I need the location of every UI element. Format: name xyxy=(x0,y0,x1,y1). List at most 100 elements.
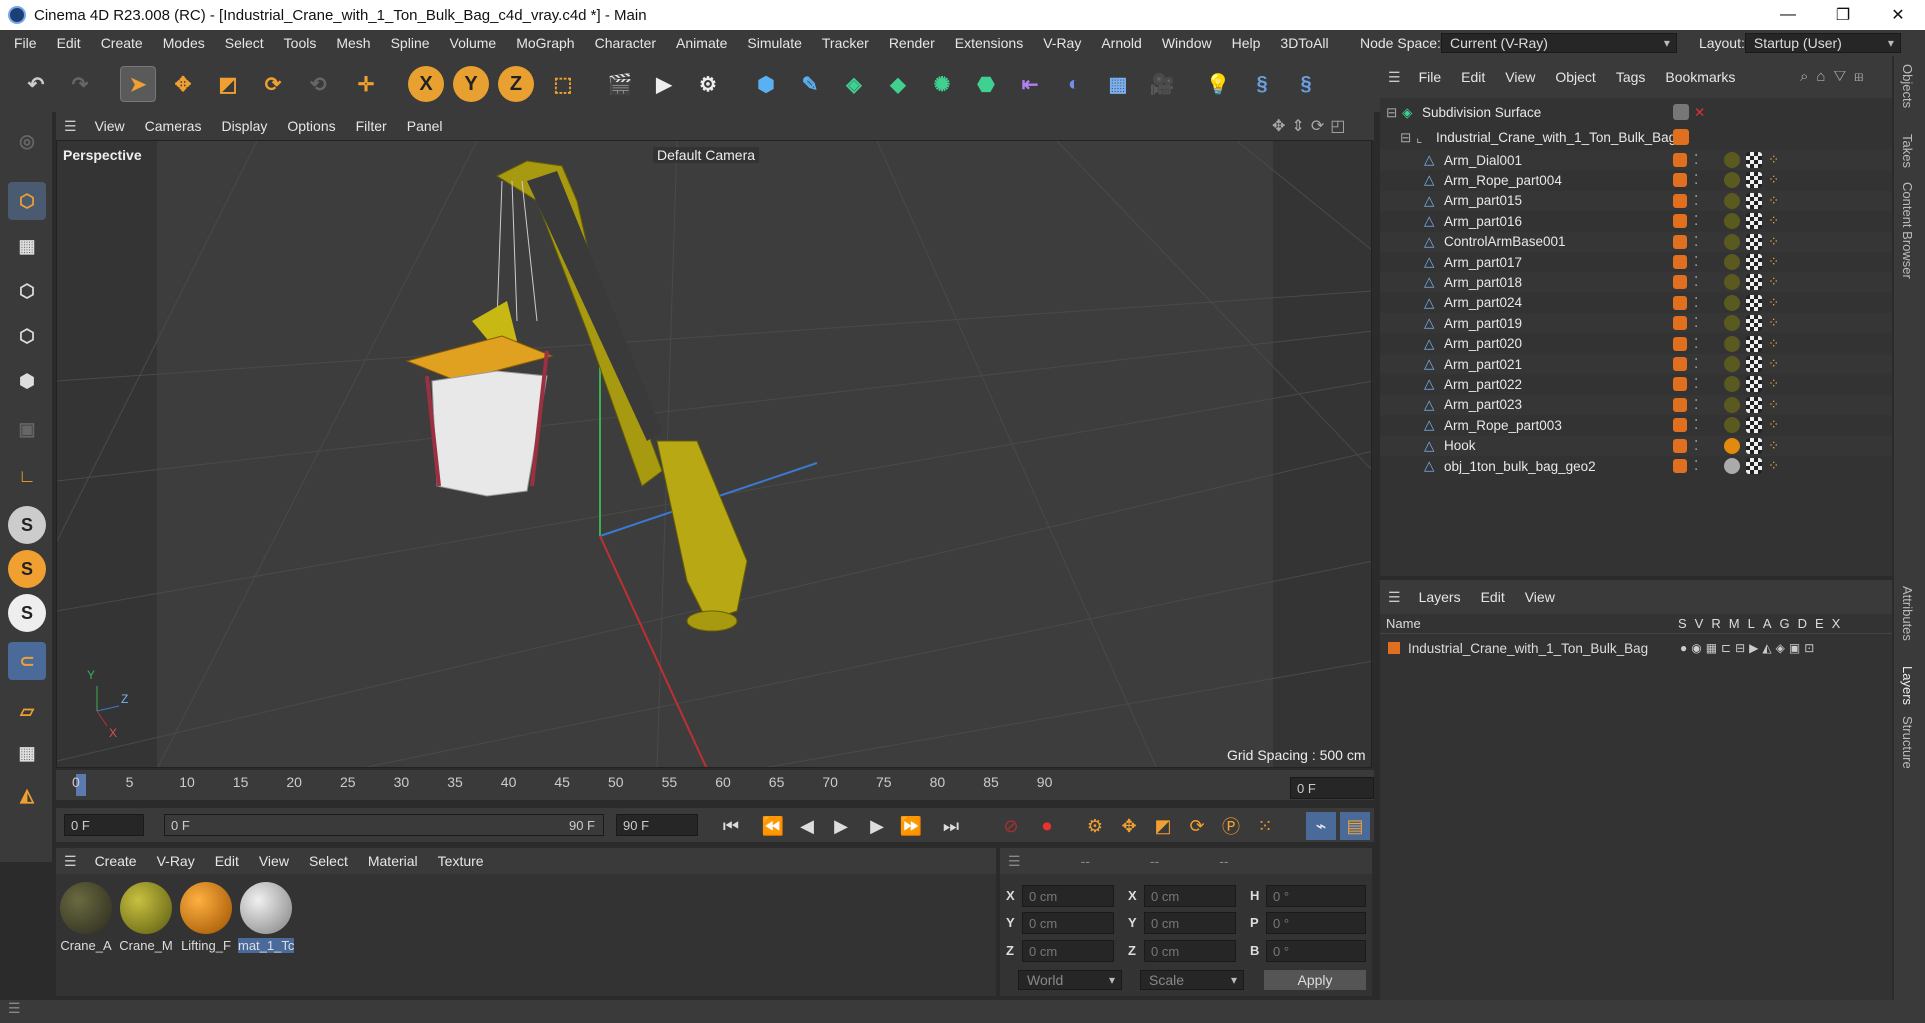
tab-structure[interactable]: Structure xyxy=(1900,716,1915,769)
menu-mesh[interactable]: Mesh xyxy=(326,35,380,51)
object-menu-file[interactable]: File xyxy=(1409,69,1452,85)
visibility-dots-icon[interactable]: ⁚ xyxy=(1694,274,1698,290)
object-row[interactable]: △ Arm_Rope_part003 ⁚ ⁘ xyxy=(1380,415,1892,435)
field-icon[interactable]: ◐ xyxy=(1056,66,1092,102)
tab-takes[interactable]: Takes xyxy=(1900,134,1915,168)
vray-tag-icon[interactable]: ⁘ xyxy=(1768,295,1779,311)
rot-p-field[interactable]: 0 ° xyxy=(1266,912,1366,934)
uvw-tag-icon[interactable] xyxy=(1746,417,1762,434)
material-tag-icon[interactable] xyxy=(1724,315,1740,332)
object-row[interactable]: △ Arm_part016 ⁚ ⁘ xyxy=(1380,211,1892,231)
x-axis-lock-button[interactable]: X xyxy=(408,66,444,102)
visibility-dots-icon[interactable]: ⁚ xyxy=(1694,172,1698,188)
layer-color-tag[interactable] xyxy=(1673,255,1687,269)
key-rotation-icon[interactable]: ⟳ xyxy=(1182,812,1212,840)
snap-s-gray-icon[interactable]: S xyxy=(8,506,46,544)
layer-color-tag[interactable] xyxy=(1673,234,1687,249)
move-tool-icon[interactable]: ✥ xyxy=(165,66,201,102)
material-menu-select[interactable]: Select xyxy=(299,853,358,869)
object-row[interactable]: △ Arm_part019 ⁚ ⁘ xyxy=(1380,313,1892,334)
layer-flags-icons[interactable]: ●◉▦⊏⊟▶◭◈▣⊡ xyxy=(1680,641,1818,655)
tab-attributes[interactable]: Attributes xyxy=(1900,586,1915,641)
layer-color-tag[interactable] xyxy=(1673,129,1689,145)
menu-vray[interactable]: V-Ray xyxy=(1033,35,1091,51)
pen-spline-icon[interactable]: ✎ xyxy=(792,66,828,102)
uvw-tag-icon[interactable] xyxy=(1746,233,1762,250)
play-icon[interactable]: ▶ xyxy=(826,812,856,840)
layer-color-tag[interactable] xyxy=(1673,214,1687,229)
key-position-icon[interactable]: ✥ xyxy=(1114,812,1144,840)
material-tag-icon[interactable] xyxy=(1724,376,1740,393)
uvw-tag-icon[interactable] xyxy=(1746,172,1762,189)
menu-volume[interactable]: Volume xyxy=(440,35,507,51)
layer-menu-edit[interactable]: Edit xyxy=(1471,589,1515,605)
object-menu-edit[interactable]: Edit xyxy=(1451,69,1495,85)
uvw-tag-icon[interactable] xyxy=(1746,335,1762,352)
vray-tag-icon[interactable]: ⁘ xyxy=(1768,417,1779,433)
visibility-dots-icon[interactable]: ⁚ xyxy=(1694,438,1698,454)
menu-extensions[interactable]: Extensions xyxy=(945,35,1033,51)
tab-layers[interactable]: Layers xyxy=(1900,666,1915,705)
current-frame-field[interactable]: 0 F xyxy=(1290,777,1374,799)
vray-tag-icon[interactable]: ⁘ xyxy=(1768,213,1779,229)
viewport-menu-options[interactable]: Options xyxy=(277,118,345,134)
layout-dropdown[interactable]: Startup (User) xyxy=(1744,33,1901,53)
object-row[interactable]: △ Arm_part024 ⁚ ⁘ xyxy=(1380,293,1892,313)
undo-icon[interactable]: ↶ xyxy=(18,66,54,102)
timeline-window-icon[interactable]: ▤ xyxy=(1340,812,1370,840)
key-pla-icon[interactable]: ⁙ xyxy=(1250,812,1280,840)
menu-create[interactable]: Create xyxy=(91,35,153,51)
vray-tag-icon[interactable]: ⁘ xyxy=(1768,315,1779,331)
material-tag-icon[interactable] xyxy=(1724,152,1740,168)
timeline-ruler[interactable]: 0 5 10 15 20 25 30 35 40 45 50 55 60 65 70 75 80 85 90 xyxy=(56,770,1374,800)
menu-tools[interactable]: Tools xyxy=(274,35,327,51)
axis-mode-icon[interactable]: ∟ xyxy=(8,457,46,495)
rot-b-field[interactable]: 0 ° xyxy=(1266,940,1366,962)
layer-color-tag[interactable] xyxy=(1673,295,1687,310)
layer-color-swatch[interactable] xyxy=(1388,642,1400,654)
material-menu-create[interactable]: Create xyxy=(85,853,147,869)
visibility-dots-icon[interactable]: ⁚ xyxy=(1694,376,1698,392)
viewport-menu-panel[interactable]: Panel xyxy=(397,118,453,134)
subdivision-icon[interactable]: ◈ xyxy=(836,66,872,102)
vray-tag-icon[interactable]: ⁘ xyxy=(1768,274,1779,290)
grid-icon[interactable]: ▦ xyxy=(8,734,46,772)
layer-color-tag[interactable] xyxy=(1673,173,1687,188)
next-frame-icon[interactable]: ▶ xyxy=(862,812,892,840)
material-swatch[interactable]: mat_1_Tc xyxy=(238,882,295,953)
visibility-dots-icon[interactable]: ⁚ xyxy=(1694,295,1698,311)
close-button[interactable]: ✕ xyxy=(1870,0,1925,30)
menu-render[interactable]: Render xyxy=(879,35,945,51)
vray-tag-icon[interactable]: ⁘ xyxy=(1768,172,1779,188)
object-row[interactable]: △ Arm_part020 ⁚ ⁘ xyxy=(1380,334,1892,354)
record-active-icon[interactable]: ⊘ xyxy=(996,812,1026,840)
viewport-menu-filter[interactable]: Filter xyxy=(346,118,397,134)
material-tag-icon[interactable] xyxy=(1724,437,1740,454)
python-script-icon[interactable]: § xyxy=(1288,66,1324,102)
hamburger-icon[interactable]: ☰ xyxy=(56,118,85,135)
vray-tag-icon[interactable]: ⁘ xyxy=(1768,376,1779,392)
snap-s-white-icon[interactable]: S xyxy=(8,594,46,632)
z-axis-lock-button[interactable]: Z xyxy=(498,66,534,102)
object-row[interactable]: △ Arm_part018 ⁚ ⁘ xyxy=(1380,272,1892,293)
tab-objects[interactable]: Objects xyxy=(1900,64,1915,108)
visibility-dots-icon[interactable]: ⁚ xyxy=(1694,193,1698,209)
visibility-dots-icon[interactable]: ⁚ xyxy=(1694,213,1698,229)
perspective-viewport[interactable]: Y Z X Perspective Default Camera Grid Sp… xyxy=(56,140,1372,768)
next-key-icon[interactable]: ⏩ xyxy=(896,812,926,840)
uvw-tag-icon[interactable] xyxy=(1746,396,1762,413)
material-tag-icon[interactable] xyxy=(1724,356,1740,372)
layer-color-tag[interactable] xyxy=(1673,438,1687,453)
light-icon[interactable]: 💡 xyxy=(1200,66,1236,102)
maximize-button[interactable]: ❐ xyxy=(1815,0,1871,30)
go-to-end-icon[interactable]: ⏭ xyxy=(936,812,966,840)
object-row[interactable]: △ obj_1ton_bulk_bag_geo2 ⁚ ⁘ xyxy=(1380,456,1892,476)
vray-tag-icon[interactable]: ⁘ xyxy=(1768,234,1779,250)
menu-file[interactable]: File xyxy=(4,35,47,51)
hamburger-icon[interactable]: ☰ xyxy=(1008,853,1021,870)
material-menu-vray[interactable]: V-Ray xyxy=(147,853,205,869)
vray-tag-icon[interactable]: ⁘ xyxy=(1768,356,1779,372)
node-space-dropdown[interactable]: Current (V-Ray) xyxy=(1440,33,1677,53)
material-tag-icon[interactable] xyxy=(1724,274,1740,291)
visibility-dots-icon[interactable]: ⁚ xyxy=(1694,397,1698,413)
